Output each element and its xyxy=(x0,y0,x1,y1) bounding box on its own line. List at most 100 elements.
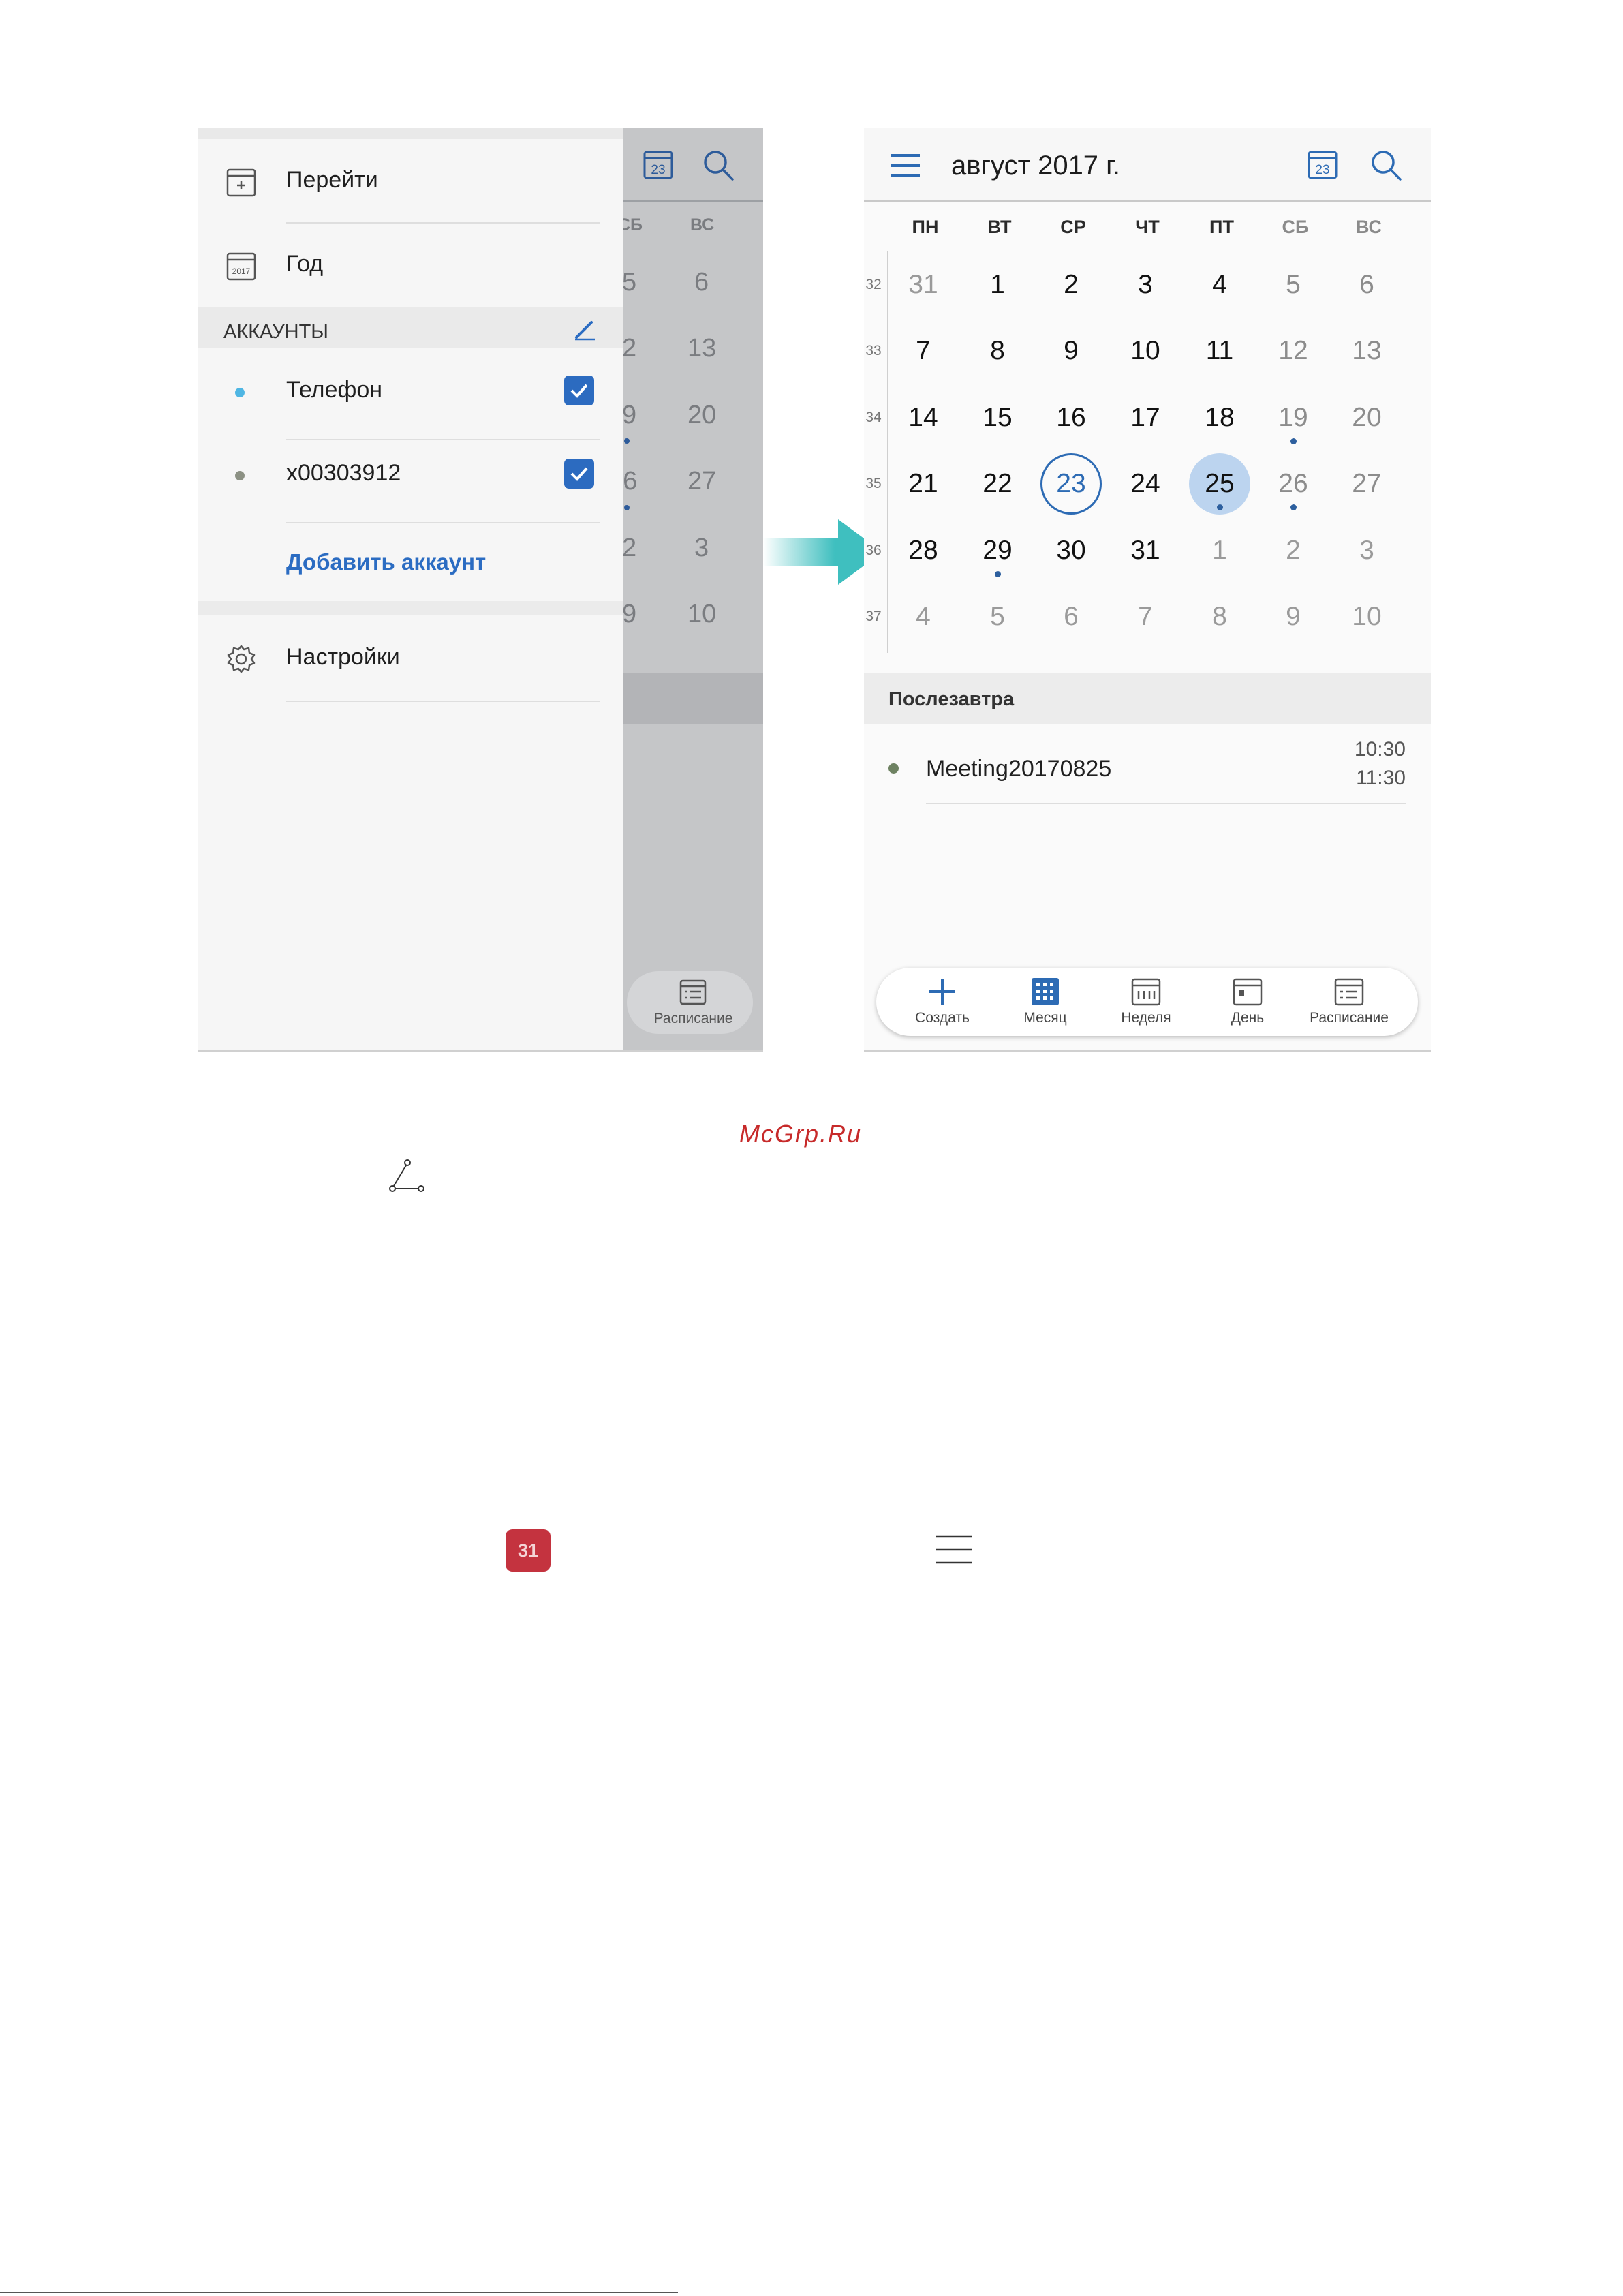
event-start-time: 10:30 xyxy=(1354,738,1406,761)
day-cell[interactable]: 1 xyxy=(1189,520,1250,581)
event-dot xyxy=(1290,438,1297,444)
event-dot xyxy=(1290,504,1297,510)
weekday-header: ПН xyxy=(912,217,939,237)
event-item[interactable]: Meeting20170825 10:30 11:30 xyxy=(864,724,1431,813)
day-cell[interactable]: 9 xyxy=(1040,320,1102,382)
divider xyxy=(0,2292,678,2293)
account-item-x00303912[interactable]: x00303912 xyxy=(198,438,623,513)
day-cell[interactable]: 4 xyxy=(893,586,954,647)
checkmark-icon xyxy=(570,384,588,398)
account-item-phone[interactable]: Телефон xyxy=(198,355,623,430)
svg-text:23: 23 xyxy=(1315,163,1329,177)
nav-create-button[interactable]: Создать xyxy=(895,968,990,1036)
day-cell[interactable]: 8 xyxy=(967,320,1028,382)
day-cell[interactable]: 3 xyxy=(1336,520,1397,581)
weekday-header: СР xyxy=(1060,217,1086,237)
share-icon xyxy=(389,1159,424,1192)
today-calendar-icon[interactable]: 23 xyxy=(1307,149,1338,180)
menu-icon xyxy=(936,1535,972,1564)
day-cell[interactable]: 10 xyxy=(687,600,716,629)
app-header: август 2017 г. 23 xyxy=(864,128,1431,202)
month-grid-icon xyxy=(1032,978,1059,1005)
day-cell[interactable]: 7 xyxy=(893,320,954,382)
day-cell[interactable]: 24 xyxy=(1115,453,1176,515)
day-cell[interactable]: 2 xyxy=(1040,254,1102,316)
day-cell[interactable]: 15 xyxy=(967,387,1028,448)
day-cell[interactable]: 30 xyxy=(1040,520,1102,581)
day-cell[interactable]: 2 xyxy=(1263,520,1324,581)
day-cell[interactable]: 27 xyxy=(1336,453,1397,515)
day-cell[interactable]: 21 xyxy=(893,453,954,515)
day-cell[interactable]: 13 xyxy=(1336,320,1397,382)
day-cell[interactable]: 27 xyxy=(687,467,716,496)
day-cell[interactable]: 6 xyxy=(694,268,709,297)
day-cell[interactable]: 28 xyxy=(893,520,954,581)
day-cell[interactable]: 7 xyxy=(1115,586,1176,647)
day-cell[interactable]: 9 xyxy=(622,401,636,430)
nav-day-button[interactable]: День xyxy=(1200,968,1295,1036)
svg-text:2017: 2017 xyxy=(232,266,251,276)
day-cell[interactable]: 2 xyxy=(622,534,636,563)
day-cell[interactable]: 9 xyxy=(1263,586,1324,647)
account-color-dot xyxy=(235,388,245,397)
day-cell[interactable]: 10 xyxy=(1336,586,1397,647)
drawer-item-goto[interactable]: Перейти xyxy=(198,145,623,220)
day-cell[interactable]: 31 xyxy=(893,254,954,316)
add-account-link[interactable]: Добавить аккаунт xyxy=(286,549,486,575)
weekday-header: СБ xyxy=(1282,217,1309,237)
account-checkbox[interactable] xyxy=(564,459,594,489)
weekday-sun: ВС xyxy=(690,215,715,234)
calendar-app-icon: 31 xyxy=(506,1529,551,1572)
day-cell[interactable]: 17 xyxy=(1115,387,1176,448)
event-dot xyxy=(1217,504,1223,510)
day-cell[interactable]: 3 xyxy=(694,534,709,563)
goto-date-icon xyxy=(226,168,256,197)
day-cell[interactable]: 5 xyxy=(622,268,636,297)
day-cell[interactable]: 23 xyxy=(1040,453,1102,515)
nav-schedule-button[interactable]: Расписание xyxy=(1301,968,1397,1036)
account-color-dot xyxy=(235,471,245,480)
day-cell[interactable]: 31 xyxy=(1115,520,1176,581)
week-icon xyxy=(1131,978,1161,1006)
dimmed-calendar: 23 СБ ВС 5 6 2 13 9 20 26 27 2 3 9 10 Ра… xyxy=(608,128,763,1050)
day-cell[interactable]: 22 xyxy=(967,453,1028,515)
day-cell[interactable]: 2 xyxy=(622,334,636,363)
week-number: 33 xyxy=(865,343,882,358)
day-cell[interactable]: 10 xyxy=(1115,320,1176,382)
day-cell[interactable]: 20 xyxy=(1336,387,1397,448)
nav-week-button[interactable]: Неделя xyxy=(1098,968,1194,1036)
drawer-item-year[interactable]: 2017 Год xyxy=(198,229,623,304)
day-cell[interactable]: 5 xyxy=(1263,254,1324,316)
account-checkbox[interactable] xyxy=(564,376,594,405)
drawer-item-settings[interactable]: Настройки xyxy=(198,622,623,697)
hamburger-menu-icon[interactable] xyxy=(890,152,921,179)
day-cell[interactable]: 1 xyxy=(967,254,1028,316)
edit-pencil-icon[interactable] xyxy=(571,316,598,343)
day-cell[interactable]: 14 xyxy=(893,387,954,448)
today-calendar-icon[interactable]: 23 xyxy=(643,149,674,180)
day-cell[interactable]: 4 xyxy=(1189,254,1250,316)
day-cell[interactable]: 9 xyxy=(622,600,636,629)
day-cell[interactable]: 16 xyxy=(1040,387,1102,448)
day-cell[interactable]: 12 xyxy=(1263,320,1324,382)
schedule-label: Расписание xyxy=(653,1011,733,1026)
nav-month-button[interactable]: Месяц xyxy=(998,968,1093,1036)
day-cell[interactable]: 3 xyxy=(1115,254,1176,316)
schedule-icon xyxy=(679,979,707,1005)
search-icon[interactable] xyxy=(702,149,736,183)
event-dot xyxy=(624,505,630,510)
events-section-header: Послезавтра xyxy=(864,673,1431,724)
account-name: Телефон xyxy=(286,377,383,403)
right-screenshot: август 2017 г. 23 ПН ВТ СР ЧТ ПТ СБ ВС 3… xyxy=(864,128,1431,1050)
day-cell[interactable]: 18 xyxy=(1189,387,1250,448)
weekday-header: ВС xyxy=(1356,217,1382,237)
day-cell[interactable]: 5 xyxy=(967,586,1028,647)
search-icon[interactable] xyxy=(1370,149,1404,183)
day-cell[interactable]: 6 xyxy=(1336,254,1397,316)
day-cell[interactable]: 6 xyxy=(1040,586,1102,647)
day-cell[interactable]: 20 xyxy=(687,401,716,430)
day-cell[interactable]: 13 xyxy=(687,334,716,363)
week-number: 32 xyxy=(865,277,882,292)
day-cell[interactable]: 8 xyxy=(1189,586,1250,647)
day-cell[interactable]: 11 xyxy=(1189,320,1250,382)
